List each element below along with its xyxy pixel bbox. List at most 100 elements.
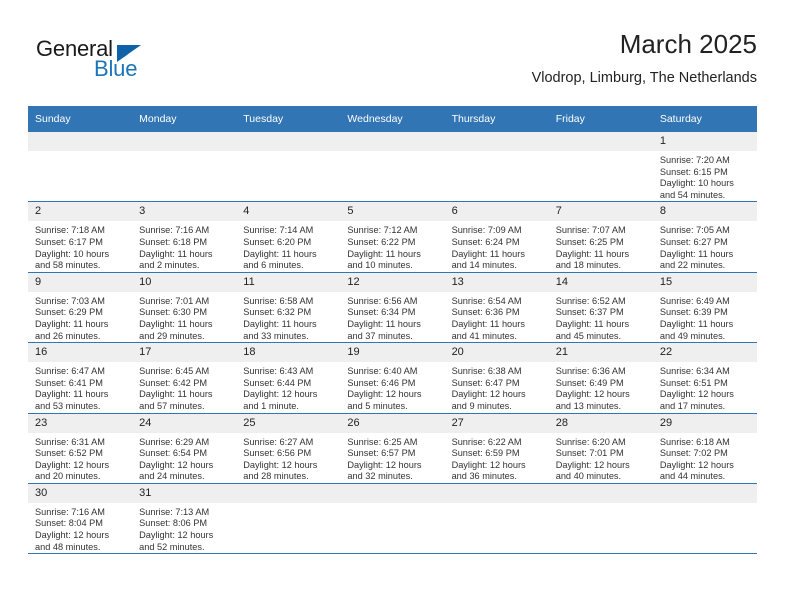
daylight-duration-line2: and 37 minutes. <box>347 330 413 341</box>
calendar-day-cell[interactable]: 10 Sunrise: 7:01 AM Sunset: 6:30 PM Dayligh… <box>132 272 237 344</box>
day-cell-inner: 14 Sunrise: 6:52 AM Sunset: 6:37 PM Dayligh… <box>548 272 653 342</box>
calendar-day-cell[interactable]: 12 Sunrise: 6:56 AM Sunset: 6:34 PM Dayligh… <box>340 272 445 344</box>
daylight-duration-line1: Daylight: 12 hours <box>139 459 214 470</box>
day-cell-inner: 28 Sunrise: 6:20 AM Sunset: 7:01 PM Dayligh… <box>548 413 653 483</box>
calendar-day-cell[interactable]: 7 Sunrise: 7:07 AM Sunset: 6:25 PM Daylight… <box>548 201 653 273</box>
day-cell-inner: 30 Sunrise: 7:16 AM Sunset: 8:04 PM Dayligh… <box>28 483 133 553</box>
day-cell-inner: 5 Sunrise: 7:12 AM Sunset: 6:22 PM Daylight… <box>340 202 445 271</box>
calendar-day-cell[interactable]: 1 Sunrise: 7:20 AM Sunset: 6:15 PM Daylight… <box>652 132 757 203</box>
calendar-day-cell[interactable]: 5 Sunrise: 7:12 AM Sunset: 6:22 PM Daylight… <box>340 201 445 273</box>
sunrise-time: Sunrise: 6:45 AM <box>139 366 210 377</box>
daylight-duration-line1: Daylight: 10 hours <box>35 248 110 259</box>
sunrise-time: Sunrise: 7:12 AM <box>347 225 418 236</box>
daylight-duration-line1: Daylight: 12 hours <box>347 459 422 470</box>
day-sun-details: Sunrise: 7:01 AM Sunset: 6:30 PM Daylight:… <box>132 292 236 342</box>
day-number <box>340 483 445 503</box>
sunset-time: Sunset: 6:59 PM <box>451 448 520 459</box>
calendar-day-cell[interactable]: 6 Sunrise: 7:09 AM Sunset: 6:24 PM Daylight… <box>444 201 549 273</box>
sunrise-time: Sunrise: 7:07 AM <box>555 225 626 236</box>
day-number: 24 <box>132 413 237 433</box>
day-cell-inner: 4 Sunrise: 7:14 AM Sunset: 6:20 PM Daylight… <box>236 202 341 271</box>
calendar-day-cell[interactable]: 11 Sunrise: 6:58 AM Sunset: 6:32 PM Dayligh… <box>236 272 341 344</box>
day-sun-details: Sunrise: 7:09 AM Sunset: 6:24 PM Daylight:… <box>445 221 549 271</box>
calendar-day-cell[interactable]: 25 Sunrise: 6:27 AM Sunset: 6:56 PM Dayligh… <box>236 413 341 484</box>
daylight-duration-line2: and 13 minutes. <box>555 400 622 411</box>
calendar-day-cell[interactable]: 26 Sunrise: 6:25 AM Sunset: 6:57 PM Dayligh… <box>340 413 445 484</box>
day-number: 7 <box>548 202 653 222</box>
sunset-time: Sunset: 6:30 PM <box>139 307 208 318</box>
day-cell-inner: 26 Sunrise: 6:25 AM Sunset: 6:57 PM Dayligh… <box>340 413 445 483</box>
sunrise-time: Sunrise: 6:18 AM <box>659 436 730 447</box>
calendar-day-cell[interactable]: 31 Sunrise: 7:13 AM Sunset: 8:06 PM Dayligh… <box>132 483 237 555</box>
sunrise-time: Sunrise: 7:16 AM <box>35 506 105 517</box>
day-sun-details: Sunrise: 7:14 AM Sunset: 6:20 PM Daylight:… <box>236 221 340 271</box>
daylight-duration-line1: Daylight: 11 hours <box>347 248 421 259</box>
day-number: 31 <box>132 483 237 503</box>
calendar-day-cell[interactable]: 28 Sunrise: 6:20 AM Sunset: 7:01 PM Dayligh… <box>548 413 653 484</box>
calendar-day-cell[interactable]: 14 Sunrise: 6:52 AM Sunset: 6:37 PM Dayligh… <box>548 272 653 344</box>
day-cell-inner: 20 Sunrise: 6:38 AM Sunset: 6:47 PM Dayligh… <box>444 343 549 412</box>
day-number <box>444 132 549 151</box>
sunrise-time: Sunrise: 6:29 AM <box>139 436 210 447</box>
sunset-time: Sunset: 6:20 PM <box>243 236 312 247</box>
calendar-cell-empty <box>132 132 237 203</box>
sunrise-time: Sunrise: 6:43 AM <box>243 366 314 377</box>
day-number: 23 <box>28 413 133 433</box>
calendar-cell-empty <box>236 483 341 555</box>
calendar-cell-empty <box>548 132 653 203</box>
day-cell-inner: 29 Sunrise: 6:18 AM Sunset: 7:02 PM Dayligh… <box>652 413 757 483</box>
calendar-day-cell[interactable]: 2 Sunrise: 7:18 AM Sunset: 6:17 PM Daylight… <box>28 201 133 273</box>
sunset-time: Sunset: 6:57 PM <box>347 448 416 459</box>
weekday-header-thursday: Thursday <box>444 106 549 132</box>
daylight-duration-line1: Daylight: 12 hours <box>243 389 318 400</box>
calendar-day-cell[interactable]: 20 Sunrise: 6:38 AM Sunset: 6:47 PM Dayligh… <box>444 342 549 414</box>
day-number: 6 <box>444 202 549 222</box>
daylight-duration-line2: and 53 minutes. <box>35 400 101 411</box>
daylight-duration-line1: Daylight: 11 hours <box>659 318 734 329</box>
calendar-day-cell[interactable]: 19 Sunrise: 6:40 AM Sunset: 6:46 PM Dayligh… <box>340 342 445 414</box>
daylight-duration-line1: Daylight: 11 hours <box>347 318 421 329</box>
calendar-cell-empty <box>236 132 341 203</box>
day-cell-inner <box>236 132 341 201</box>
day-number: 20 <box>444 343 549 363</box>
calendar-day-cell[interactable]: 21 Sunrise: 6:36 AM Sunset: 6:49 PM Dayligh… <box>548 342 653 414</box>
day-sun-details: Sunrise: 6:34 AM Sunset: 6:51 PM Daylight:… <box>653 362 757 412</box>
sunset-time: Sunset: 6:32 PM <box>243 307 312 318</box>
calendar-day-cell[interactable]: 30 Sunrise: 7:16 AM Sunset: 8:04 PM Dayligh… <box>28 483 133 555</box>
calendar-day-cell[interactable]: 9 Sunrise: 7:03 AM Sunset: 6:29 PM Daylight… <box>28 272 133 344</box>
sunrise-time: Sunrise: 6:54 AM <box>451 295 522 306</box>
daylight-duration-line2: and 57 minutes. <box>139 400 205 411</box>
day-sun-details: Sunrise: 7:20 AM Sunset: 6:15 PM Daylight:… <box>653 151 757 201</box>
sunrise-time: Sunrise: 6:25 AM <box>347 436 418 447</box>
day-cell-inner: 2 Sunrise: 7:18 AM Sunset: 6:17 PM Daylight… <box>28 202 133 271</box>
calendar-day-cell[interactable]: 22 Sunrise: 6:34 AM Sunset: 6:51 PM Dayligh… <box>652 342 757 414</box>
calendar-day-cell[interactable]: 24 Sunrise: 6:29 AM Sunset: 6:54 PM Dayligh… <box>132 413 237 484</box>
sunrise-time: Sunrise: 6:47 AM <box>35 366 105 377</box>
daylight-duration-line1: Daylight: 11 hours <box>451 248 525 259</box>
day-sun-details: Sunrise: 6:43 AM Sunset: 6:44 PM Daylight:… <box>236 362 340 412</box>
calendar-day-cell[interactable]: 23 Sunrise: 6:31 AM Sunset: 6:52 PM Dayligh… <box>28 413 133 484</box>
daylight-duration-line1: Daylight: 11 hours <box>555 318 630 329</box>
calendar-day-cell[interactable]: 15 Sunrise: 6:49 AM Sunset: 6:39 PM Dayligh… <box>652 272 757 344</box>
calendar-day-cell[interactable]: 8 Sunrise: 7:05 AM Sunset: 6:27 PM Daylight… <box>652 201 757 273</box>
day-sun-details <box>445 503 549 507</box>
sunset-time: Sunset: 6:36 PM <box>451 307 520 318</box>
page-header: General Blue March 2025 Vlodrop, Limburg… <box>28 30 757 96</box>
calendar-day-cell[interactable]: 13 Sunrise: 6:54 AM Sunset: 6:36 PM Dayligh… <box>444 272 549 344</box>
calendar-day-cell[interactable]: 17 Sunrise: 6:45 AM Sunset: 6:42 PM Dayligh… <box>132 342 237 414</box>
daylight-duration-line1: Daylight: 12 hours <box>347 389 422 400</box>
calendar-week-row: 2 Sunrise: 7:18 AM Sunset: 6:17 PM Daylight… <box>28 201 757 273</box>
daylight-duration-line1: Daylight: 11 hours <box>35 318 109 329</box>
day-number: 25 <box>236 413 341 433</box>
day-number: 9 <box>28 272 133 292</box>
calendar-cell-empty <box>444 483 549 555</box>
calendar-day-cell[interactable]: 16 Sunrise: 6:47 AM Sunset: 6:41 PM Dayligh… <box>28 342 133 414</box>
sunset-time: Sunset: 6:39 PM <box>659 307 728 318</box>
calendar-day-cell[interactable]: 3 Sunrise: 7:16 AM Sunset: 6:18 PM Daylight… <box>132 201 237 273</box>
day-sun-details: Sunrise: 6:25 AM Sunset: 6:57 PM Daylight:… <box>340 433 444 483</box>
calendar-day-cell[interactable]: 29 Sunrise: 6:18 AM Sunset: 7:02 PM Dayligh… <box>652 413 757 484</box>
calendar-day-cell[interactable]: 4 Sunrise: 7:14 AM Sunset: 6:20 PM Daylight… <box>236 201 341 273</box>
calendar-day-cell[interactable]: 18 Sunrise: 6:43 AM Sunset: 6:44 PM Dayligh… <box>236 342 341 414</box>
calendar-day-cell[interactable]: 27 Sunrise: 6:22 AM Sunset: 6:59 PM Dayligh… <box>444 413 549 484</box>
sunset-time: Sunset: 6:47 PM <box>451 377 520 388</box>
